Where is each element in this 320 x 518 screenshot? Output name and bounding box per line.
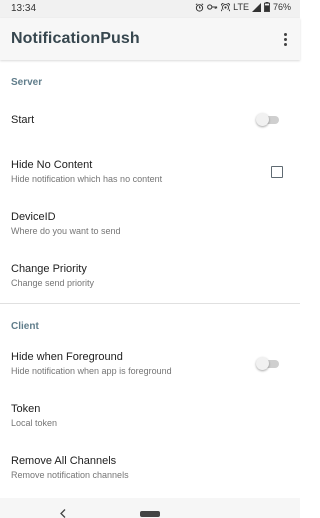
pref-hide-when-foreground-summary: Hide notification when app is foreground — [11, 366, 172, 376]
alarm-icon — [195, 2, 204, 12]
hide-when-foreground-switch-thumb — [256, 357, 269, 370]
pref-hide-no-content[interactable]: Hide No Content Hide notification which … — [0, 146, 300, 198]
start-switch-thumb — [256, 113, 269, 126]
app-bar: NotificationPush — [0, 18, 300, 60]
start-switch[interactable] — [256, 113, 280, 126]
pref-start[interactable]: Start — [0, 94, 300, 146]
hide-no-content-checkbox[interactable] — [271, 166, 283, 178]
home-pill-icon[interactable] — [140, 511, 160, 517]
settings-list: Server Start Hide No Content Hide notifi… — [0, 60, 300, 494]
pref-change-priority[interactable]: Change Priority Change send priority — [0, 250, 300, 302]
pref-hide-when-foreground[interactable]: Hide when Foreground Hide notification w… — [0, 338, 300, 390]
category-client: Client — [11, 321, 39, 332]
battery-icon — [264, 2, 270, 12]
network-type: LTE — [233, 2, 249, 12]
status-icons: LTE 76% — [195, 2, 291, 12]
navigation-bar — [0, 498, 300, 518]
hotspot-icon — [221, 2, 231, 12]
pref-change-priority-summary: Change send priority — [11, 278, 95, 288]
hide-when-foreground-switch[interactable] — [256, 357, 280, 370]
pref-remove-all-channels[interactable]: Remove All Channels Remove notification … — [0, 442, 300, 494]
overflow-menu-icon[interactable] — [279, 28, 291, 50]
pref-hide-no-content-title: Hide No Content — [11, 159, 93, 171]
key-icon — [207, 3, 218, 11]
category-server: Server — [11, 77, 43, 88]
status-time: 13:34 — [11, 3, 37, 14]
app-title: NotificationPush — [11, 30, 140, 47]
pref-remove-all-channels-title: Remove All Channels — [11, 455, 117, 467]
pref-hide-when-foreground-title: Hide when Foreground — [11, 351, 123, 363]
pref-token-summary: Local token — [11, 418, 58, 428]
pref-start-title: Start — [11, 114, 35, 126]
pref-device-id-summary: Where do you want to send — [11, 226, 121, 236]
back-icon[interactable] — [60, 505, 66, 518]
signal-icon — [251, 2, 261, 12]
pref-device-id[interactable]: DeviceID Where do you want to send — [0, 198, 300, 250]
pref-hide-no-content-summary: Hide notification which has no content — [11, 174, 163, 184]
pref-change-priority-title: Change Priority — [11, 263, 87, 275]
pref-device-id-title: DeviceID — [11, 211, 56, 223]
pref-token-title: Token — [11, 403, 41, 415]
status-bar: 13:34 LTE 76% — [0, 0, 300, 18]
pref-remove-all-channels-summary: Remove notification channels — [11, 470, 129, 480]
pref-token[interactable]: Token Local token — [0, 390, 300, 442]
battery-level: 76% — [272, 2, 291, 12]
